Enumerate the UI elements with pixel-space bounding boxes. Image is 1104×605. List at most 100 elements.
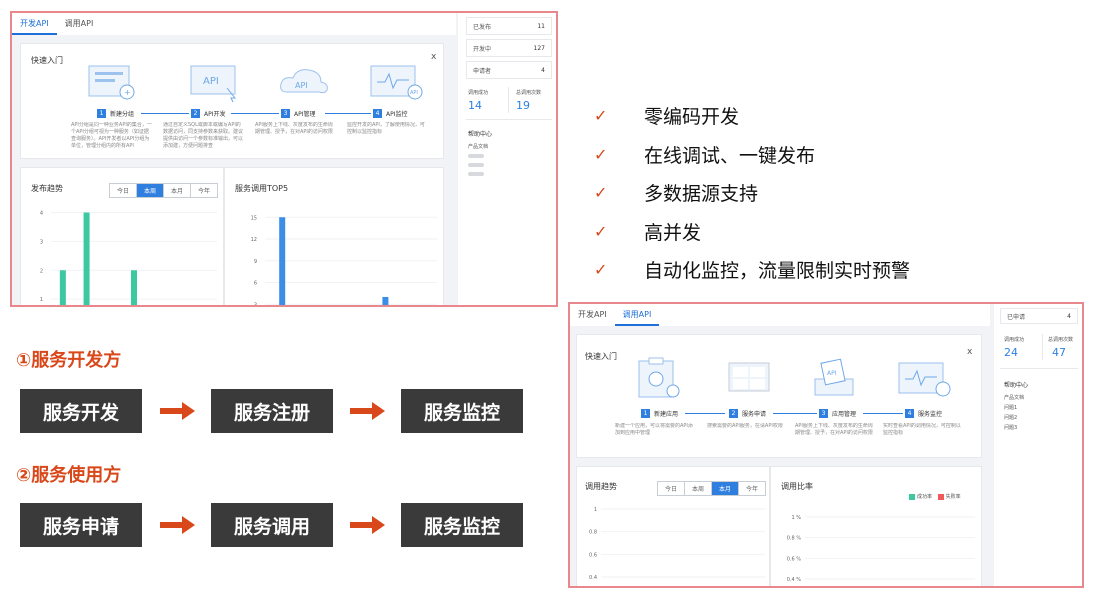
check-icon: ✓ (594, 106, 608, 125)
stat-applicants[interactable]: 申请者 4 (466, 61, 552, 79)
check-icon: ✓ (594, 260, 608, 279)
bar (83, 212, 90, 305)
y-tick-label: 3 (40, 239, 43, 245)
y-tick-label: 1 (594, 507, 597, 513)
help-question-link[interactable]: 问题3 (1004, 424, 1017, 431)
help-question-link[interactable]: 问题1 (1004, 404, 1017, 411)
step-number: 1 (641, 409, 650, 418)
call-success-value: 14 (468, 99, 482, 112)
step-1: 1 新建应用 (641, 409, 678, 418)
api-call-screenshot: 开发API 调用API 快速入门 x API 1 新建应用 2 服务申请 3 应… (568, 302, 1084, 588)
step-description: 通过自定义SQL或脚本或编写API的数据访问，同支持参数来获取。建议提供由访问一… (163, 122, 244, 149)
stat-value: 4 (541, 66, 545, 74)
flow-title-consumer: ②服务使用方 (16, 465, 122, 486)
step-label: API开发 (204, 111, 226, 118)
y-tick-label: 6 (254, 281, 257, 287)
feature-text: 多数据源支持 (644, 183, 759, 205)
step-4: 4 服务监控 (905, 409, 942, 418)
y-tick-label: 15 (251, 215, 257, 221)
arrow-right-icon (350, 402, 385, 420)
top5-chart: 3 6 9 12 15 (251, 215, 437, 305)
step-label: 服务监控 (918, 411, 943, 418)
help-question-link[interactable]: 问题2 (1004, 414, 1017, 421)
svg-text:API: API (410, 90, 418, 96)
help-doc-link[interactable]: 产品文档 (1004, 394, 1024, 401)
stat-value: 127 (533, 44, 545, 52)
y-tick-label: 12 (251, 237, 257, 243)
y-tick-label: 2 (40, 268, 43, 274)
feature-item: ✓ 多数据源支持 (594, 179, 758, 206)
stat-value: 11 (537, 22, 545, 30)
help-doc-link[interactable]: 产品文档 (468, 143, 488, 150)
step-4: 4 API监控 (373, 109, 408, 118)
svg-text:+: + (124, 88, 131, 97)
divider (508, 87, 509, 113)
tab-develop-api[interactable]: 开发API (570, 304, 615, 326)
check-icon: ✓ (594, 145, 608, 164)
step-number: 3 (819, 409, 828, 418)
bar (131, 270, 137, 305)
step-2: 2 API开发 (191, 109, 226, 118)
y-tick-label: 4 (40, 211, 43, 217)
feature-item: ✓ 在线调试、一键发布 (594, 141, 815, 168)
call-trend-card: 调用趋势 今日 本周 本月 今年 0.4 0.6 0.8 1 (576, 466, 770, 586)
close-icon[interactable]: x (967, 347, 972, 357)
step-description: 实时查看API的调用情况，可控制以监控指标 (883, 423, 961, 436)
tab-call-api[interactable]: 调用API (614, 304, 660, 326)
total-calls-label: 总调用次数 (516, 90, 542, 96)
flow-step-register: 服务注册 (211, 389, 333, 433)
api-box-illustration-icon: API (814, 358, 854, 396)
api-dev-screenshot: 开发API 调用API 快速入门 x + API API API 1 新建分组 … (10, 11, 558, 307)
help-link-placeholder[interactable] (468, 154, 484, 158)
step-label: 应用管理 (832, 411, 857, 418)
feature-text: 高并发 (644, 222, 702, 244)
total-calls-label: 总调用次数 (1048, 337, 1074, 343)
stat-applied[interactable]: 已申请 4 (1000, 308, 1078, 324)
call-success-value: 24 (1004, 346, 1018, 359)
check-icon: ✓ (594, 222, 608, 241)
step-description: API分组是同一种业务API的集合，一个API分组可视为一种服务（如证据查询服务… (71, 122, 152, 149)
stat-developing[interactable]: 开发中 127 (466, 39, 552, 57)
total-calls-value: 19 (516, 99, 530, 112)
api-screen-illustration-icon: API (190, 65, 237, 103)
step-description: 新建一个应用，可以将需要的API添加到应用中管理 (615, 423, 693, 436)
stat-label: 已申请 (1007, 313, 1026, 321)
step-description: API服务上下线、灰度发布的生命周期管理、授予，在对API的访问权限 (795, 423, 873, 436)
side-panel: 已发布 11 开发中 127 申请者 4 调用成功 总调用次数 14 19 帮助… (458, 13, 556, 305)
feature-text: 零编码开发 (644, 106, 740, 128)
arrow-right-icon (160, 402, 195, 420)
arrow-right-icon (160, 516, 195, 534)
y-tick-label: 1 % (791, 515, 801, 521)
flow-step-monitor: 服务监控 (401, 389, 523, 433)
help-link-placeholder[interactable] (468, 163, 484, 167)
step-label: API监控 (386, 111, 408, 118)
svg-text:API: API (827, 370, 837, 377)
call-trend-chart: 0.4 0.6 0.8 1 (589, 507, 765, 581)
step-number: 4 (373, 109, 382, 118)
step-number: 4 (905, 409, 914, 418)
stat-label: 申请者 (473, 67, 492, 75)
stat-label: 开发中 (473, 45, 492, 53)
check-icon: ✓ (594, 183, 608, 202)
flow-step-monitor: 服务监控 (401, 503, 523, 547)
bar (59, 270, 66, 305)
flow-step-apply: 服务申请 (20, 503, 142, 547)
help-center-title: 帮助中心 (1004, 382, 1029, 389)
window-illustration-icon (728, 362, 770, 392)
side-panel: 已申请 4 调用成功 总调用次数 24 47 帮助中心 产品文档 问题1 问题2… (994, 304, 1082, 586)
help-center-title: 帮助中心 (468, 131, 493, 138)
close-icon[interactable]: x (431, 52, 436, 62)
tab-develop-api[interactable]: 开发API (12, 13, 57, 35)
y-tick-label: 1 (40, 297, 43, 303)
tab-call-api[interactable]: 调用API (57, 13, 102, 35)
help-link-placeholder[interactable] (468, 172, 484, 176)
call-success-label: 调用成功 (468, 90, 489, 96)
step-description: API服务上下线、灰度发布的生命周期管理、授予，在对API的访问权限 (255, 122, 333, 135)
quick-start-title: 快速入门 (585, 352, 617, 361)
y-tick-label: 0.4 % (787, 577, 802, 583)
y-tick-label: 0.8 (589, 530, 597, 536)
step-connector (863, 413, 903, 414)
quick-start-card: 快速入门 x API 1 新建应用 2 服务申请 3 应用管理 4 服务监控 新… (576, 334, 982, 458)
feature-item: ✓ 零编码开发 (594, 102, 739, 129)
stat-published[interactable]: 已发布 11 (466, 17, 552, 35)
